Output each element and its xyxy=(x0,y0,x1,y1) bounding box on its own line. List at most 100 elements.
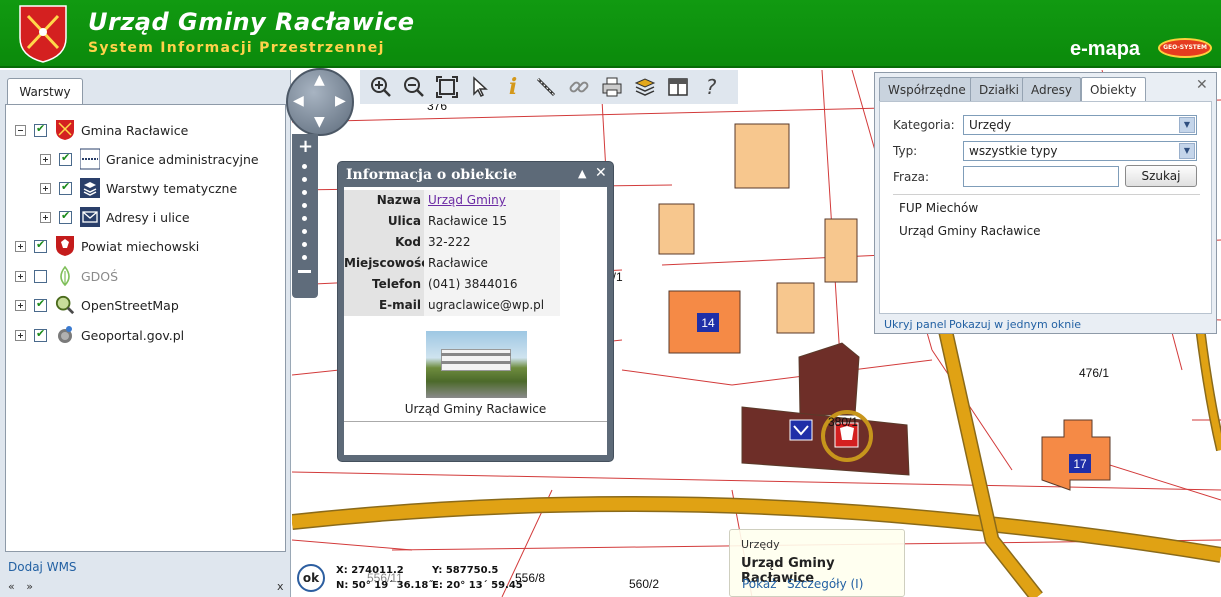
zoom-level-dot[interactable] xyxy=(302,190,307,195)
pan-down-icon[interactable]: ▼ xyxy=(314,114,325,130)
close-button[interactable]: x xyxy=(277,580,284,593)
pan-control[interactable]: ▲ ▼ ◀ ▶ xyxy=(286,68,354,136)
tab-layers[interactable]: Warstwy xyxy=(7,78,83,105)
expand-icon[interactable] xyxy=(15,329,26,341)
close-icon[interactable]: ✕ xyxy=(595,165,607,181)
pointer-icon[interactable] xyxy=(467,74,493,100)
tab-addresses[interactable]: Adresy xyxy=(1022,77,1082,101)
search-button[interactable]: Szukaj xyxy=(1125,165,1197,187)
zoom-level-dot[interactable] xyxy=(302,164,307,169)
full-extent-icon[interactable] xyxy=(434,74,460,100)
help-icon[interactable]: ? xyxy=(698,74,724,100)
layer-checkbox[interactable] xyxy=(59,180,72,195)
zoom-level-dot[interactable] xyxy=(302,177,307,182)
feature-tooltip: Urzędy Urząd Gminy Racławice Pokaż Szcze… xyxy=(729,529,905,597)
layer-label: OpenStreetMap xyxy=(81,297,179,313)
print-icon[interactable] xyxy=(599,74,625,100)
measure-icon[interactable] xyxy=(533,74,559,100)
divider xyxy=(344,421,607,422)
add-wms-link[interactable]: Dodaj WMS xyxy=(8,560,77,574)
layer-checkbox[interactable] xyxy=(34,327,47,342)
zoom-in-icon[interactable] xyxy=(368,74,394,100)
hide-panel-link[interactable]: Ukryj panel xyxy=(884,318,947,331)
object-name-link[interactable]: Urząd Gminy Racławice xyxy=(424,190,560,228)
layer-checkbox[interactable] xyxy=(59,151,72,166)
pan-left-icon[interactable]: ◀ xyxy=(293,93,304,109)
pan-up-icon[interactable]: ▲ xyxy=(314,72,325,88)
expand-icon[interactable] xyxy=(15,240,26,252)
chevron-down-icon[interactable]: ▼ xyxy=(1179,117,1195,133)
panel-nav: « » xyxy=(8,580,41,593)
object-info-popup: Informacja o obiekcie ▲ ✕ Nazwa Urząd Gm… xyxy=(337,161,614,462)
next-button[interactable]: » xyxy=(26,580,33,593)
poi-post-office-icon[interactable] xyxy=(789,419,813,441)
layer-item-powiat[interactable]: Powiat miechowski xyxy=(15,233,199,259)
geo-system-badge: GEO-SYSTEM xyxy=(1158,38,1212,58)
layer-item-tematyczne[interactable]: Warstwy tematyczne xyxy=(40,175,237,201)
details-link[interactable]: Szczegóły (I) xyxy=(787,577,863,591)
county-coat-icon xyxy=(56,236,74,256)
result-item[interactable]: FUP Miechów xyxy=(899,201,978,215)
show-link[interactable]: Pokaż xyxy=(742,577,777,591)
layer-item-adresy[interactable]: Adresy i ulice xyxy=(40,204,190,230)
info-value: Racławice xyxy=(424,253,560,274)
zoom-level-dot[interactable] xyxy=(302,216,307,221)
tab-coordinates[interactable]: Współrzędne xyxy=(879,77,975,101)
building-photo xyxy=(426,331,527,398)
tab-parcels[interactable]: Działki xyxy=(970,77,1028,101)
ok-button[interactable]: ok xyxy=(297,564,325,592)
minimize-icon[interactable]: ▲ xyxy=(578,167,586,180)
layer-item-osm[interactable]: OpenStreetMap xyxy=(15,292,179,318)
layout-icon[interactable] xyxy=(665,74,691,100)
collapse-icon[interactable] xyxy=(15,124,26,136)
expand-icon[interactable] xyxy=(40,182,51,194)
expand-icon[interactable] xyxy=(15,270,26,282)
layer-checkbox[interactable] xyxy=(34,122,47,137)
layer-checkbox[interactable] xyxy=(34,269,47,283)
info-row: Telefon (041) 3844016 xyxy=(344,274,560,295)
zoom-plus-icon[interactable]: + xyxy=(298,136,313,157)
single-window-link[interactable]: Pokazuj w jednym oknie xyxy=(949,318,1081,331)
layer-item-granice[interactable]: Granice administracyjne xyxy=(40,146,259,172)
zoom-level-dot[interactable] xyxy=(302,255,307,260)
layers-icon[interactable] xyxy=(632,74,658,100)
layer-item-gdos[interactable]: GDOŚ xyxy=(15,263,118,289)
chevron-down-icon[interactable]: ▼ xyxy=(1179,143,1195,159)
result-item[interactable]: Urząd Gminy Racławice xyxy=(899,224,1041,238)
tab-objects[interactable]: Obiekty xyxy=(1081,77,1146,102)
close-icon[interactable]: ✕ xyxy=(1196,77,1208,93)
pan-right-icon[interactable]: ▶ xyxy=(335,93,346,109)
zoom-minus-icon[interactable] xyxy=(298,270,311,273)
layer-item-gmina[interactable]: Gmina Racławice xyxy=(15,117,188,143)
expand-icon[interactable] xyxy=(40,153,51,165)
type-select[interactable]: wszystkie typy ▼ xyxy=(963,141,1197,161)
info-icon[interactable]: i xyxy=(500,74,526,100)
popup-title: Informacja o obiekcie xyxy=(346,167,517,183)
popup-body: Nazwa Urząd Gminy Racławice Ulica Racław… xyxy=(344,187,607,455)
layer-item-geoportal[interactable]: Geoportal.gov.pl xyxy=(15,322,184,348)
coord-x: X: 274011.2 xyxy=(336,565,404,576)
expand-icon[interactable] xyxy=(40,211,51,223)
zoom-level-dot[interactable] xyxy=(302,229,307,234)
category-select[interactable]: Urzędy ▼ xyxy=(963,115,1197,135)
layer-label: GDOŚ xyxy=(81,268,119,284)
zoom-level-dot[interactable] xyxy=(302,242,307,247)
zoom-slider[interactable]: + xyxy=(292,134,318,298)
layer-checkbox[interactable] xyxy=(59,209,72,224)
info-row: E-mail ugraclawice@wp.pl xyxy=(344,295,560,316)
phrase-input[interactable] xyxy=(963,166,1119,187)
info-row: Kod 32-222 xyxy=(344,232,560,253)
info-value: (041) 3844016 xyxy=(424,274,560,295)
building xyxy=(734,123,790,189)
info-key: E-mail xyxy=(344,295,424,316)
zoom-out-icon[interactable] xyxy=(401,74,427,100)
prev-button[interactable]: « xyxy=(8,580,15,593)
layer-checkbox[interactable] xyxy=(34,238,47,253)
app-title: Urząd Gminy Racławice xyxy=(88,8,415,36)
envelope-icon xyxy=(80,207,100,227)
zoom-level-dot[interactable] xyxy=(302,203,307,208)
expand-icon[interactable] xyxy=(15,299,26,311)
layer-checkbox[interactable] xyxy=(34,297,47,312)
building xyxy=(658,203,695,255)
link-icon[interactable] xyxy=(566,74,592,100)
